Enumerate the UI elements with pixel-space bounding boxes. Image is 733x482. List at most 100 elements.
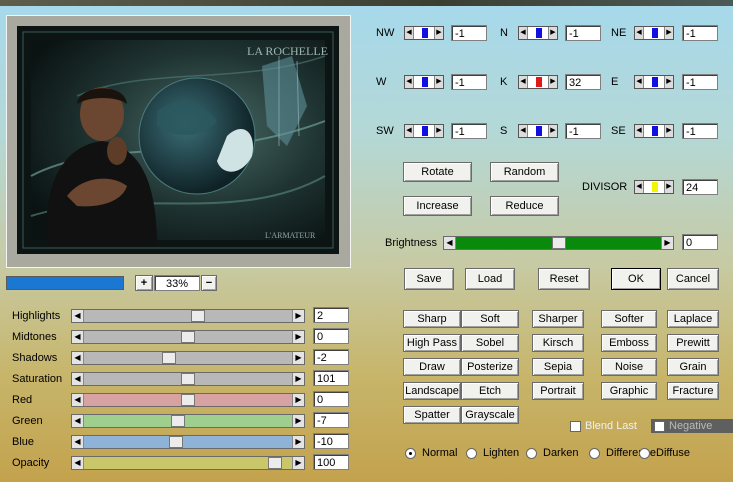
rotate-button[interactable]: Rotate — [403, 162, 472, 182]
slider-left-arrow[interactable]: ◀ — [72, 436, 84, 448]
matrix-slider-right-arrow[interactable]: ▶ — [434, 27, 443, 39]
preset-button-spatter[interactable]: Spatter — [403, 406, 461, 424]
adjustment-thumb-saturation[interactable] — [181, 373, 195, 385]
adjustment-slider-midtones[interactable]: ◀ ▶ — [71, 330, 305, 344]
matrix-value-sw[interactable]: -1 — [451, 123, 487, 139]
load-button[interactable]: Load — [465, 268, 515, 290]
preset-button-emboss[interactable]: Emboss — [601, 334, 657, 352]
preset-button-sobel[interactable]: Sobel — [461, 334, 519, 352]
matrix-value-e[interactable]: -1 — [682, 74, 718, 90]
random-button[interactable]: Random — [490, 162, 559, 182]
adjustment-slider-blue[interactable]: ◀ ▶ — [71, 435, 305, 449]
matrix-slider-n[interactable]: ◀ ▶ — [518, 26, 558, 40]
slider-left-arrow[interactable]: ◀ — [72, 373, 84, 385]
mode-radio-darken[interactable] — [526, 448, 537, 459]
matrix-slider-knob-sw[interactable] — [422, 126, 428, 136]
adjustment-slider-highlights[interactable]: ◀ ▶ — [71, 309, 305, 323]
preset-button-portrait[interactable]: Portrait — [532, 382, 584, 400]
preset-button-soft[interactable]: Soft — [461, 310, 519, 328]
save-button[interactable]: Save — [404, 268, 454, 290]
matrix-slider-se[interactable]: ◀ ▶ — [634, 124, 674, 138]
matrix-slider-right-arrow[interactable]: ▶ — [434, 76, 443, 88]
matrix-slider-right-arrow[interactable]: ▶ — [548, 76, 557, 88]
matrix-value-ne[interactable]: -1 — [682, 25, 718, 41]
matrix-slider-left-arrow[interactable]: ◀ — [405, 125, 414, 137]
preset-button-grain[interactable]: Grain — [667, 358, 719, 376]
adjustment-value-red[interactable]: 0 — [313, 391, 349, 407]
preset-button-landscape[interactable]: Landscape — [403, 382, 461, 400]
adjustment-slider-red[interactable]: ◀ ▶ — [71, 393, 305, 407]
slider-left-arrow[interactable]: ◀ — [72, 310, 84, 322]
preset-button-high-pass[interactable]: High Pass — [403, 334, 461, 352]
zoom-value-field[interactable]: 33% — [154, 275, 200, 291]
preset-button-sharp[interactable]: Sharp — [403, 310, 461, 328]
slider-left-arrow[interactable]: ◀ — [72, 415, 84, 427]
slider-left-arrow[interactable]: ◀ — [72, 331, 84, 343]
matrix-slider-nw[interactable]: ◀ ▶ — [404, 26, 444, 40]
adjustment-thumb-midtones[interactable] — [181, 331, 195, 343]
matrix-slider-knob-n[interactable] — [536, 28, 542, 38]
matrix-slider-right-arrow[interactable]: ▶ — [664, 76, 673, 88]
mode-radio-lighten[interactable] — [466, 448, 477, 459]
adjustment-thumb-highlights[interactable] — [191, 310, 205, 322]
slider-right-arrow[interactable]: ▶ — [292, 394, 304, 406]
mode-radio-diffuse[interactable] — [639, 448, 650, 459]
mode-radio-normal[interactable] — [405, 448, 416, 459]
matrix-slider-ne[interactable]: ◀ ▶ — [634, 26, 674, 40]
preset-button-sepia[interactable]: Sepia — [532, 358, 584, 376]
adjustment-thumb-green[interactable] — [171, 415, 185, 427]
matrix-slider-e[interactable]: ◀ ▶ — [634, 75, 674, 89]
matrix-value-se[interactable]: -1 — [682, 123, 718, 139]
brightness-thumb[interactable] — [552, 237, 566, 249]
preset-button-laplace[interactable]: Laplace — [667, 310, 719, 328]
matrix-slider-knob-s[interactable] — [536, 126, 542, 136]
adjustment-value-opacity[interactable]: 100 — [313, 454, 349, 470]
adjustment-value-green[interactable]: -7 — [313, 412, 349, 428]
matrix-slider-sw[interactable]: ◀ ▶ — [404, 124, 444, 138]
increase-button[interactable]: Increase — [403, 196, 472, 216]
adjustment-thumb-opacity[interactable] — [268, 457, 282, 469]
reset-button[interactable]: Reset — [538, 268, 590, 290]
slider-left-arrow[interactable]: ◀ — [72, 457, 84, 469]
adjustment-thumb-shadows[interactable] — [162, 352, 176, 364]
preset-button-grayscale[interactable]: Grayscale — [461, 406, 519, 424]
adjustment-slider-saturation[interactable]: ◀ ▶ — [71, 372, 305, 386]
matrix-value-nw[interactable]: -1 — [451, 25, 487, 41]
slider-right-arrow[interactable]: ▶ — [292, 310, 304, 322]
matrix-slider-left-arrow[interactable]: ◀ — [635, 125, 644, 137]
matrix-value-s[interactable]: -1 — [565, 123, 601, 139]
preset-button-etch[interactable]: Etch — [461, 382, 519, 400]
blend-last-checkbox[interactable] — [570, 421, 581, 432]
adjustment-value-saturation[interactable]: 101 — [313, 370, 349, 386]
slider-right-arrow[interactable]: ▶ — [292, 331, 304, 343]
slider-right-arrow[interactable]: ▶ — [292, 457, 304, 469]
zoom-in-button[interactable]: + — [135, 275, 153, 291]
matrix-slider-left-arrow[interactable]: ◀ — [519, 125, 528, 137]
matrix-slider-right-arrow[interactable]: ▶ — [548, 125, 557, 137]
slider-right-arrow[interactable]: ▶ — [292, 436, 304, 448]
preset-button-sharper[interactable]: Sharper — [532, 310, 584, 328]
matrix-value-n[interactable]: -1 — [565, 25, 601, 41]
negative-checkbox[interactable] — [654, 421, 665, 432]
matrix-slider-right-arrow[interactable]: ▶ — [664, 27, 673, 39]
adjustment-thumb-blue[interactable] — [169, 436, 183, 448]
matrix-slider-knob-nw[interactable] — [422, 28, 428, 38]
matrix-slider-left-arrow[interactable]: ◀ — [405, 76, 414, 88]
zoom-out-button[interactable]: − — [201, 275, 217, 291]
slider-right-arrow[interactable]: ▶ — [292, 352, 304, 364]
slider-left-arrow[interactable]: ◀ — [72, 352, 84, 364]
matrix-slider-left-arrow[interactable]: ◀ — [405, 27, 414, 39]
preset-button-posterize[interactable]: Posterize — [461, 358, 519, 376]
matrix-slider-left-arrow[interactable]: ◀ — [519, 76, 528, 88]
cancel-button[interactable]: Cancel — [667, 268, 719, 290]
matrix-value-k[interactable]: 32 — [565, 74, 601, 90]
preset-button-softer[interactable]: Softer — [601, 310, 657, 328]
brightness-slider[interactable]: ◀ ▶ — [443, 236, 674, 250]
matrix-slider-k[interactable]: ◀ ▶ — [518, 75, 558, 89]
brightness-value-field[interactable]: 0 — [682, 234, 718, 250]
preset-button-prewitt[interactable]: Prewitt — [667, 334, 719, 352]
matrix-value-w[interactable]: -1 — [451, 74, 487, 90]
adjustment-value-highlights[interactable]: 2 — [313, 307, 349, 323]
preset-button-graphic[interactable]: Graphic — [601, 382, 657, 400]
slider-left-arrow[interactable]: ◀ — [72, 394, 84, 406]
